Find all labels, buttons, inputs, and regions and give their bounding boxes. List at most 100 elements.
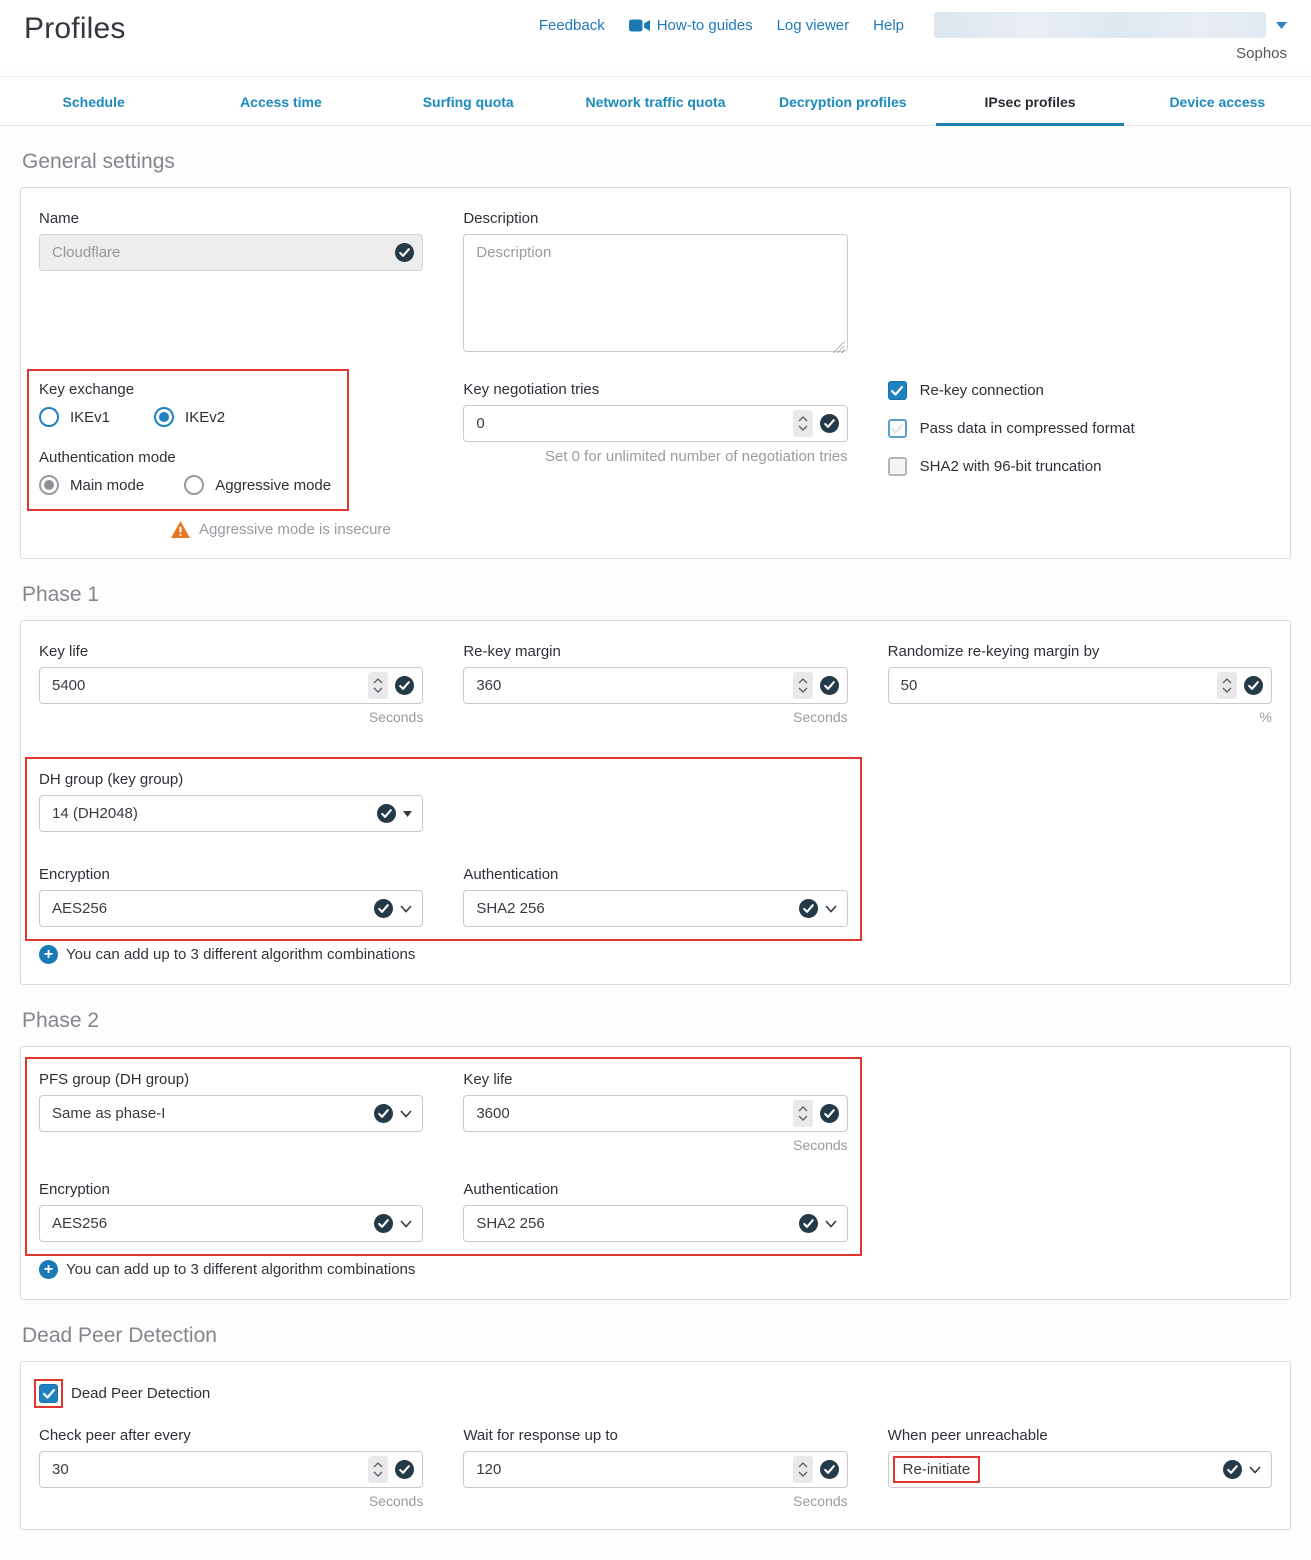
tab-access-time[interactable]: Access time	[187, 77, 374, 125]
valid-check-icon	[374, 1214, 393, 1233]
valid-check-icon	[395, 1460, 414, 1479]
general-settings-card: Name Description	[20, 187, 1291, 559]
tab-device-access[interactable]: Device access	[1124, 77, 1311, 125]
valid-check-icon	[395, 243, 414, 262]
key-negotiation-helper: Set 0 for unlimited number of negotiatio…	[463, 448, 847, 465]
description-field-group: Description	[463, 210, 847, 357]
p1-rekey-margin-group: Re-key margin Seconds	[463, 643, 847, 725]
valid-check-icon	[374, 1104, 393, 1123]
key-negotiation-input[interactable]	[463, 405, 847, 442]
valid-check-icon	[395, 676, 414, 695]
name-label: Name	[39, 210, 423, 227]
chevron-down-icon	[400, 1220, 412, 1228]
chevron-down-icon	[400, 905, 412, 913]
phase1-card: Key life Seconds Re-ke	[20, 620, 1291, 985]
dpd-card: Dead Peer Detection Check peer after eve…	[20, 1361, 1291, 1530]
dpd-heading: Dead Peer Detection	[22, 1324, 1291, 1348]
annotation-box-dpd-checkbox	[34, 1379, 63, 1408]
key-exchange-label: Key exchange	[39, 381, 331, 398]
p2-encryption-select[interactable]: AES256	[39, 1205, 423, 1242]
p1-encryption-group: Encryption AES256	[39, 866, 423, 927]
dpd-wait-response-group: Wait for response up to Seconds	[463, 1427, 847, 1509]
key-exchange-group: Key exchange IKEv1 IKEv2 Authentication …	[39, 381, 423, 538]
stepper-icon[interactable]	[793, 410, 813, 437]
feedback-link[interactable]: Feedback	[539, 17, 605, 34]
radio-selected-icon	[154, 407, 174, 427]
stepper-icon[interactable]	[793, 672, 813, 699]
p2-key-life-group: Key life	[463, 1071, 847, 1153]
p1-randomize-input[interactable]	[888, 667, 1272, 704]
name-field-group: Name	[39, 210, 423, 357]
valid-check-icon	[799, 899, 818, 918]
checkbox-rekey-connection[interactable]: Re-key connection	[888, 381, 1272, 400]
stepper-icon[interactable]	[793, 1100, 813, 1127]
chevron-down-icon	[825, 1220, 837, 1228]
checkbox-checked-icon	[888, 381, 907, 400]
annotation-box-phase2-algorithms: PFS group (DH group) Same as phase-I	[25, 1057, 862, 1256]
dpd-wait-response-input[interactable]	[463, 1451, 847, 1488]
name-input[interactable]	[39, 234, 423, 271]
stepper-icon[interactable]	[368, 672, 388, 699]
phase2-card: PFS group (DH group) Same as phase-I	[20, 1046, 1291, 1300]
p1-randomize-group: Randomize re-keying margin by %	[888, 643, 1272, 725]
tab-network-traffic-quota[interactable]: Network traffic quota	[562, 77, 749, 125]
radio-main-mode[interactable]: Main mode	[39, 475, 144, 495]
radio-ikev1[interactable]: IKEv1	[39, 407, 110, 427]
p2-authentication-group: Authentication SHA2 256	[463, 1181, 847, 1242]
plus-circle-icon[interactable]: +	[39, 945, 58, 964]
p1-key-life-input[interactable]	[39, 667, 423, 704]
stepper-icon[interactable]	[793, 1456, 813, 1483]
tab-schedule[interactable]: Schedule	[0, 77, 187, 125]
checkbox-compressed-format[interactable]: Pass data in compressed format	[888, 419, 1272, 438]
help-link[interactable]: Help	[873, 17, 904, 34]
valid-check-icon	[820, 1460, 839, 1479]
radio-ikev2[interactable]: IKEv2	[154, 407, 225, 427]
page-title: Profiles	[24, 12, 126, 46]
p1-authentication-group: Authentication SHA2 256	[463, 866, 847, 927]
annotation-box-reinitiate: Re-initiate	[893, 1456, 981, 1483]
dpd-peer-unreachable-select[interactable]: Re-initiate	[888, 1451, 1272, 1488]
annotation-box-phase1-algorithms: DH group (key group) 14 (DH2048)	[25, 757, 862, 941]
p1-authentication-select[interactable]: SHA2 256	[463, 890, 847, 927]
tab-surfing-quota[interactable]: Surfing quota	[375, 77, 562, 125]
checkbox-sha2-truncation[interactable]: SHA2 with 96-bit truncation	[888, 457, 1272, 476]
p1-encryption-select[interactable]: AES256	[39, 890, 423, 927]
stepper-icon[interactable]	[368, 1456, 388, 1483]
tab-decryption-profiles[interactable]: Decryption profiles	[749, 77, 936, 125]
brand-label: Sophos	[1236, 45, 1287, 62]
valid-check-icon	[1244, 676, 1263, 695]
valid-check-icon	[1223, 1460, 1242, 1479]
plus-circle-icon[interactable]: +	[39, 1260, 58, 1279]
valid-check-icon	[820, 414, 839, 433]
valid-check-icon	[799, 1214, 818, 1233]
checkbox-unchecked-icon	[888, 419, 907, 438]
account-selector[interactable]	[934, 12, 1266, 38]
checkbox-dead-peer-detection[interactable]: Dead Peer Detection	[39, 1384, 1272, 1403]
description-textarea[interactable]	[463, 234, 847, 352]
p1-dh-group-select[interactable]: 14 (DH2048)	[39, 795, 423, 832]
stepper-icon[interactable]	[1217, 672, 1237, 699]
chevron-down-icon	[1249, 1466, 1261, 1474]
dpd-peer-unreachable-group: When peer unreachable Re-initiate	[888, 1427, 1272, 1509]
p2-algorithm-note: + You can add up to 3 different algorith…	[39, 1260, 1272, 1279]
valid-check-icon	[820, 1104, 839, 1123]
page-header: Profiles Feedback How-to guides Log view…	[0, 0, 1311, 66]
howto-guides-link[interactable]: How-to guides	[629, 17, 753, 34]
valid-check-icon	[820, 676, 839, 695]
key-negotiation-label: Key negotiation tries	[463, 381, 847, 398]
tab-ipsec-profiles[interactable]: IPsec profiles	[936, 77, 1123, 125]
header-right: Feedback How-to guides Log viewer Help S…	[539, 12, 1287, 62]
dpd-check-peer-input[interactable]	[39, 1451, 423, 1488]
checkbox-checked-icon	[39, 1384, 58, 1403]
radio-selected-disabled-icon	[39, 475, 59, 495]
valid-check-icon	[374, 899, 393, 918]
p1-rekey-margin-input[interactable]	[463, 667, 847, 704]
options-checkbox-group: Re-key connection Pass data in compresse…	[888, 381, 1272, 538]
radio-aggressive-mode[interactable]: Aggressive mode	[184, 475, 331, 495]
p2-key-life-input[interactable]	[463, 1095, 847, 1132]
p2-pfs-group-select[interactable]: Same as phase-I	[39, 1095, 423, 1132]
p2-authentication-select[interactable]: SHA2 256	[463, 1205, 847, 1242]
log-viewer-link[interactable]: Log viewer	[777, 17, 850, 34]
annotation-box-key-exchange: Key exchange IKEv1 IKEv2 Authentication …	[27, 369, 349, 511]
dropdown-caret-icon	[403, 811, 412, 817]
